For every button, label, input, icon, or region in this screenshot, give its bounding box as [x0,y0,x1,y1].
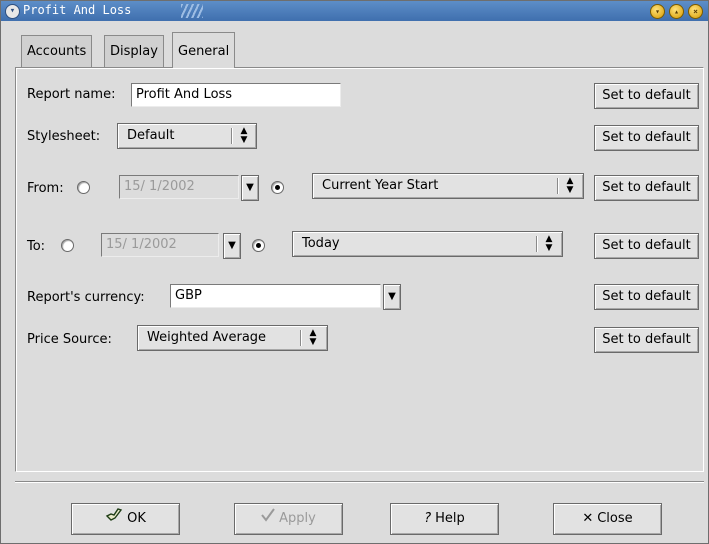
tab-general[interactable]: General [172,32,236,68]
price-source-select[interactable]: Weighted Average ▲ ▼ [137,325,328,351]
dropdown-arrow-icon: ▼ [246,182,254,193]
from-relative-radio[interactable] [271,181,284,194]
currency-input[interactable]: GBP [170,284,381,308]
currency-default-button[interactable]: Set to default [594,284,699,310]
window-title: Profit And Loss [23,3,132,17]
tab-accounts[interactable]: Accounts [21,35,93,67]
help-button[interactable]: ? Help [390,503,499,535]
stylesheet-default-button[interactable]: Set to default [594,125,699,151]
currency-label: Report's currency: [27,290,145,305]
stylesheet-label: Stylesheet: [27,129,101,144]
help-label: Help [435,511,465,526]
report-name-label: Report name: [27,87,116,102]
to-relative-radio[interactable] [252,239,265,252]
from-date-input[interactable]: 15/ 1/2002 [119,175,239,199]
price-source-default-button[interactable]: Set to default [594,327,699,353]
close-label: Close [597,511,633,526]
to-relative-value: Today [302,236,340,251]
from-absolute-radio[interactable] [77,181,90,194]
report-name-input[interactable]: Profit And Loss [131,83,341,107]
price-source-value: Weighted Average [147,330,267,345]
updown-icon: ▲ ▼ [309,328,317,347]
maximize-icon[interactable]: ▴ [669,4,684,19]
to-date-dropdown[interactable]: ▼ [223,233,241,259]
dropdown-arrow-icon: ▼ [228,240,236,251]
from-relative-select[interactable]: Current Year Start ▲ ▼ [312,173,584,199]
window-menu-icon[interactable]: ▾ [5,4,20,19]
x-icon: ✕ [582,511,594,526]
price-source-label: Price Source: [27,332,112,347]
from-relative-value: Current Year Start [322,178,439,193]
to-date-input[interactable]: 15/ 1/2002 [101,233,219,257]
dialog-window: ▾ Profit And Loss ▾ ▴ × Accounts Display… [0,0,709,544]
updown-icon: ▲ ▼ [545,234,553,253]
minimize-icon[interactable]: ▾ [650,4,665,19]
to-absolute-radio[interactable] [61,239,74,252]
currency-dropdown[interactable]: ▼ [383,284,401,310]
updown-icon: ▲ ▼ [566,176,574,195]
to-default-button[interactable]: Set to default [594,233,699,259]
close-window-icon[interactable]: × [688,4,703,19]
dropdown-arrow-icon: ▼ [388,291,396,302]
ok-label: OK [127,511,146,526]
updown-icon: ▲ ▼ [240,126,248,145]
to-relative-select[interactable]: Today ▲ ▼ [292,231,563,257]
title-bar[interactable]: ▾ Profit And Loss ▾ ▴ × [1,1,708,21]
from-default-button[interactable]: Set to default [594,175,699,201]
report-name-default-button[interactable]: Set to default [594,83,699,109]
title-stripes [181,4,203,18]
apply-label: Apply [279,511,316,526]
apply-button[interactable]: Apply [234,503,343,535]
close-button[interactable]: ✕ Close [553,503,662,535]
stylesheet-select[interactable]: Default ▲ ▼ [117,123,257,149]
button-separator [15,481,704,482]
ok-button[interactable]: OK [71,503,180,535]
tab-display[interactable]: Display [104,35,164,67]
checkmark-icon [261,504,275,534]
stylesheet-value: Default [127,128,175,143]
from-label: From: [27,181,64,196]
from-date-dropdown[interactable]: ▼ [241,175,259,201]
ok-hand-icon [105,504,123,534]
question-icon: ? [424,511,432,526]
to-label: To: [27,239,46,254]
